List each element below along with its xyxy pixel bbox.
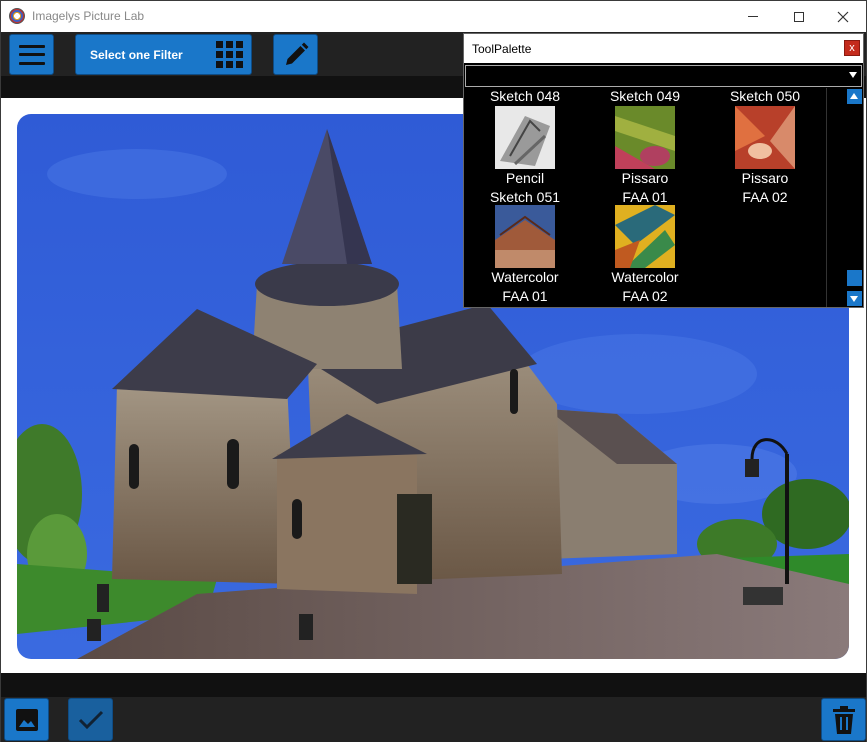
bottom-toolbar	[1, 697, 866, 742]
close-button[interactable]	[820, 1, 866, 32]
filter-caption: Pencil	[505, 170, 545, 186]
pencil-icon	[285, 42, 308, 65]
list-divider	[826, 88, 827, 307]
app-window: Imagelys Picture Lab Select one Filter T…	[0, 0, 867, 742]
apply-filter-button[interactable]	[68, 698, 113, 741]
pencil-sketch-thumbnail	[495, 106, 555, 169]
filter-caption: Sketch 048	[489, 88, 561, 104]
maximize-button[interactable]	[776, 1, 822, 32]
tool-palette-title: ToolPalette	[472, 42, 532, 56]
chevron-down-icon	[849, 72, 857, 78]
filter-caption: Watercolor	[611, 269, 679, 285]
filter-list: Sketch 048 Pencil Sketch 051 Sketch 049	[465, 88, 826, 307]
hamburger-menu-icon	[18, 44, 45, 65]
watercolor-house-thumbnail	[495, 205, 555, 268]
title-bar: Imagelys Picture Lab	[1, 1, 866, 32]
edit-button[interactable]	[273, 34, 318, 75]
filter-category-dropdown[interactable]	[465, 65, 862, 87]
filter-caption: Pissaro	[741, 170, 789, 186]
select-filter-label: Select one Filter	[90, 47, 183, 62]
open-image-button[interactable]	[4, 698, 49, 741]
minimize-icon	[748, 16, 758, 17]
image-icon	[15, 708, 38, 731]
pissaro-red-thumbnail	[735, 106, 795, 169]
bottom-separator	[1, 673, 866, 697]
list-item[interactable]: Sketch 050 Pissaro FAA 02	[705, 88, 825, 207]
watercolor-yellow-thumbnail	[615, 205, 675, 268]
filter-caption: FAA 01	[502, 288, 548, 304]
filter-caption: Sketch 050	[729, 88, 801, 104]
window-title: Imagelys Picture Lab	[32, 9, 145, 23]
trash-icon	[832, 705, 855, 734]
filter-caption: FAA 02	[622, 288, 668, 304]
filter-caption: Sketch 049	[609, 88, 681, 104]
tool-palette: ToolPalette x Sketch 048 Pencil Sketch 0…	[463, 33, 864, 308]
tool-palette-titlebar[interactable]: ToolPalette x	[464, 34, 863, 63]
close-icon	[837, 11, 849, 22]
tool-palette-close-button[interactable]: x	[844, 40, 860, 56]
scrollbar-thumb[interactable]	[847, 270, 862, 286]
filter-caption: Pissaro	[621, 170, 669, 186]
arrow-up-icon	[850, 93, 858, 99]
list-item[interactable]: Watercolor FAA 02	[585, 205, 705, 306]
filter-caption: FAA 02	[742, 189, 788, 205]
filter-list-scrollbar[interactable]	[846, 88, 863, 307]
list-item[interactable]: Sketch 049 Pissaro FAA 01	[585, 88, 705, 207]
list-item[interactable]: Watercolor FAA 01	[465, 205, 585, 306]
maximize-icon	[794, 11, 804, 22]
menu-button[interactable]	[9, 34, 54, 75]
grid-icon	[216, 41, 243, 68]
arrow-down-icon	[850, 296, 858, 302]
scroll-down-button[interactable]	[847, 291, 862, 306]
scroll-up-button[interactable]	[847, 89, 862, 104]
delete-button[interactable]	[821, 698, 866, 741]
pissaro-thumbnail	[615, 106, 675, 169]
checkmark-icon	[78, 710, 103, 729]
filter-caption: Watercolor	[491, 269, 559, 285]
minimize-button[interactable]	[730, 1, 776, 32]
app-logo-icon	[9, 8, 25, 24]
select-filter-button[interactable]: Select one Filter	[75, 34, 252, 75]
list-item[interactable]: Sketch 048 Pencil Sketch 051	[465, 88, 585, 207]
